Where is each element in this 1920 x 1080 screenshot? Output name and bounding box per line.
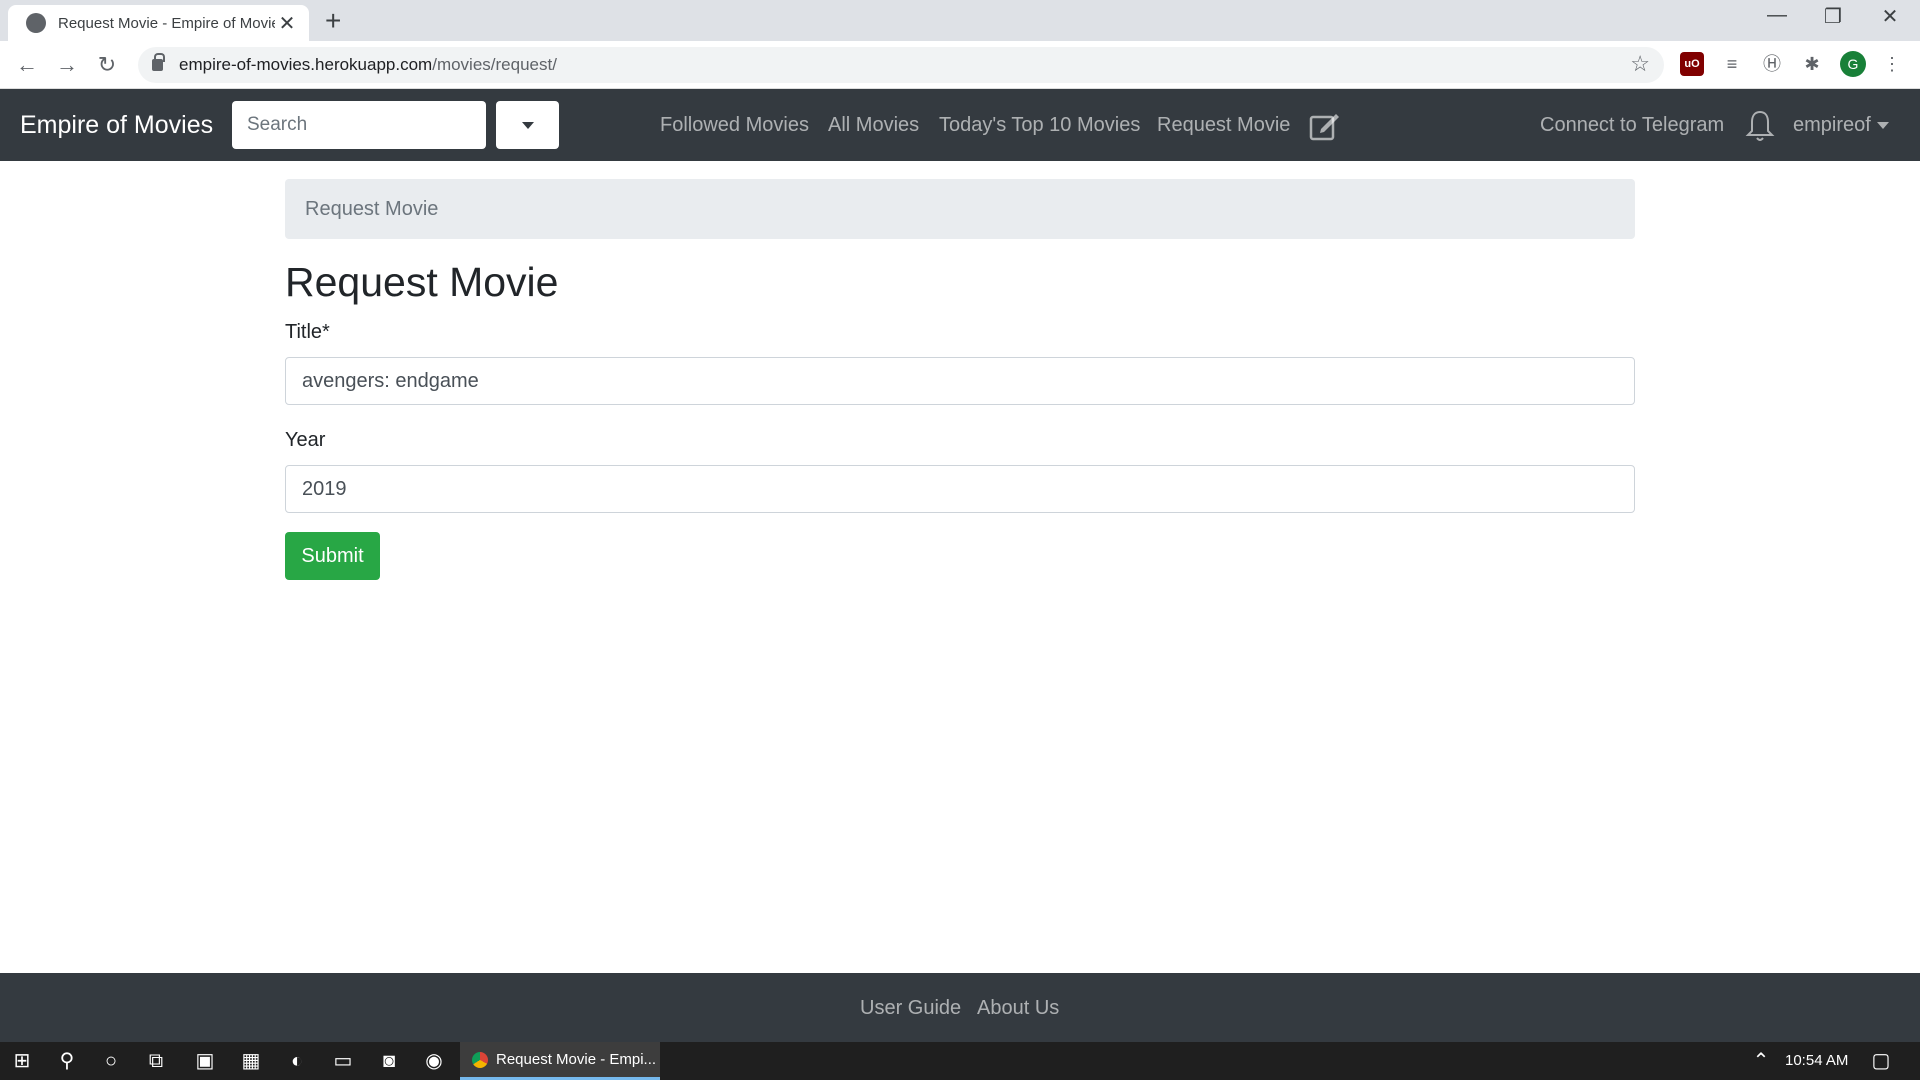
user-name: empireof — [1793, 114, 1871, 136]
bell-icon[interactable] — [1745, 109, 1775, 143]
browser-tabstrip: Request Movie - Empire of Movie ✕ + — ❐ … — [0, 0, 1920, 41]
taskbar-clock[interactable]: 10:54 AM — [1785, 1052, 1848, 1069]
reload-button[interactable]: ↻ — [92, 50, 122, 80]
windows-taskbar: ⊞ ⚲ ○ ⧉ ▣ ▦ ◐ ▭ ◙ ◉ Request Movie - Empi… — [0, 1042, 1920, 1080]
line-icon[interactable]: ◉ — [421, 1048, 447, 1074]
store-icon[interactable]: ▣ — [192, 1048, 218, 1074]
taskbar-chrome-window[interactable]: Request Movie - Empi... — [460, 1042, 660, 1080]
close-tab-icon[interactable]: ✕ — [275, 11, 299, 36]
restore-button[interactable]: ❐ — [1813, 4, 1853, 29]
bookmark-star-icon[interactable]: ☆ — [1630, 51, 1650, 77]
url-path: /movies/request/ — [432, 55, 557, 74]
extensions-puzzle-icon[interactable]: ✱ — [1800, 52, 1824, 76]
windows-start-icon[interactable]: ⊞ — [9, 1048, 35, 1074]
nav-request-movie[interactable]: Request Movie — [1157, 114, 1290, 137]
new-tab-button[interactable]: + — [325, 6, 341, 36]
search-dropdown-button[interactable] — [496, 101, 559, 149]
edge-icon[interactable]: ◐ — [284, 1048, 310, 1074]
footer-user-guide[interactable]: User Guide — [860, 997, 961, 1020]
profile-avatar[interactable]: G — [1840, 51, 1866, 77]
extension-h-icon[interactable]: Ⓗ — [1760, 52, 1784, 76]
browser-toolbar: ← → ↻ empire-of-movies.herokuapp.com /mo… — [0, 41, 1920, 89]
file-explorer-icon[interactable]: ▭ — [330, 1048, 356, 1074]
caret-down-icon — [1876, 122, 1889, 130]
breadcrumb: Request Movie — [285, 179, 1635, 239]
ublock-extension-icon[interactable]: uO — [1680, 52, 1704, 76]
address-bar[interactable]: empire-of-movies.herokuapp.com /movies/r… — [138, 47, 1664, 83]
page-title: Request Movie — [285, 259, 559, 305]
url-host: empire-of-movies.herokuapp.com — [179, 55, 433, 74]
site-brand[interactable]: Empire of Movies — [20, 111, 213, 140]
chrome-icon — [472, 1051, 488, 1068]
browser-tab[interactable]: Request Movie - Empire of Movie ✕ — [8, 5, 309, 41]
nav-all-movies[interactable]: All Movies — [828, 114, 919, 137]
title-label: Title* — [285, 321, 330, 343]
lock-icon[interactable] — [152, 53, 165, 71]
app-icon[interactable]: ◙ — [376, 1048, 402, 1074]
footer-about-us[interactable]: About Us — [977, 997, 1059, 1020]
submit-button[interactable]: Submit — [285, 532, 380, 580]
caret-down-icon — [522, 122, 534, 129]
search-icon[interactable]: ⚲ — [54, 1048, 80, 1074]
cortana-icon[interactable]: ○ — [98, 1048, 124, 1074]
chevron-up-icon[interactable]: ⌃ — [1748, 1048, 1774, 1074]
site-navbar: Empire of Movies Followed Movies All Mov… — [0, 89, 1920, 161]
nav-connect-telegram[interactable]: Connect to Telegram — [1540, 114, 1724, 137]
search-input[interactable] — [232, 101, 486, 149]
edit-icon[interactable] — [1309, 111, 1339, 141]
site-footer: User Guide About Us — [0, 973, 1920, 1042]
intellij-icon[interactable]: ▦ — [238, 1048, 264, 1074]
nav-top-10-movies[interactable]: Today's Top 10 Movies — [939, 114, 1140, 137]
year-label: Year — [285, 429, 326, 451]
close-window-button[interactable]: ✕ — [1870, 4, 1910, 29]
year-input[interactable] — [285, 465, 1635, 513]
browser-menu-icon[interactable]: ⋮ — [1880, 52, 1904, 76]
nav-followed-movies[interactable]: Followed Movies — [660, 114, 809, 137]
title-input[interactable] — [285, 357, 1635, 405]
minimize-button[interactable]: — — [1757, 4, 1797, 27]
breadcrumb-current: Request Movie — [305, 197, 439, 220]
forward-button[interactable]: → — [52, 50, 82, 80]
notifications-icon[interactable]: ▢ — [1868, 1048, 1894, 1074]
globe-icon — [26, 13, 46, 33]
user-menu[interactable]: empireof — [1793, 114, 1889, 137]
taskbar-window-label: Request Movie - Empi... — [496, 1051, 657, 1068]
reading-list-icon[interactable]: ≡ — [1720, 52, 1744, 76]
back-button[interactable]: ← — [12, 50, 42, 80]
tab-title: Request Movie - Empire of Movie — [58, 14, 275, 32]
task-view-icon[interactable]: ⧉ — [143, 1048, 169, 1074]
